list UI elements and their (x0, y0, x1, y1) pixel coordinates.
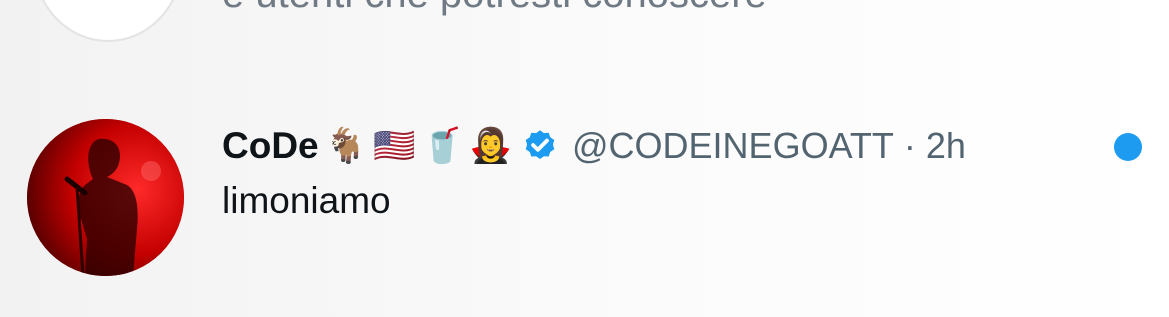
separator-dot: · (903, 125, 916, 166)
cup-with-straw-emoji: 🥤 (421, 126, 464, 166)
notification-header: CoDe 🐐 🇺🇸 🥤 🧛‍♀️ @CODEINEGOATT · 2h (222, 120, 966, 172)
chevron-down-icon (120, 0, 122, 1)
display-name[interactable]: CoDe (222, 125, 319, 167)
vampire-emoji: 🧛‍♀️ (469, 126, 512, 166)
verified-badge-icon (525, 130, 555, 160)
us-flag-emoji: 🇺🇸 (372, 126, 416, 166)
avatar[interactable] (27, 119, 184, 276)
tweet-text[interactable]: limoniamo (222, 180, 391, 222)
user-handle[interactable]: @CODEINEGOATT (572, 125, 894, 167)
timestamp[interactable]: 2h (926, 125, 966, 167)
avatar-image (27, 119, 184, 276)
unread-indicator (1114, 133, 1142, 161)
goat-emoji: 🐐 (324, 126, 367, 166)
top-row-icon-circle (33, 0, 183, 42)
suggested-users-text[interactable]: e utenti che potresti conoscere (222, 0, 767, 17)
